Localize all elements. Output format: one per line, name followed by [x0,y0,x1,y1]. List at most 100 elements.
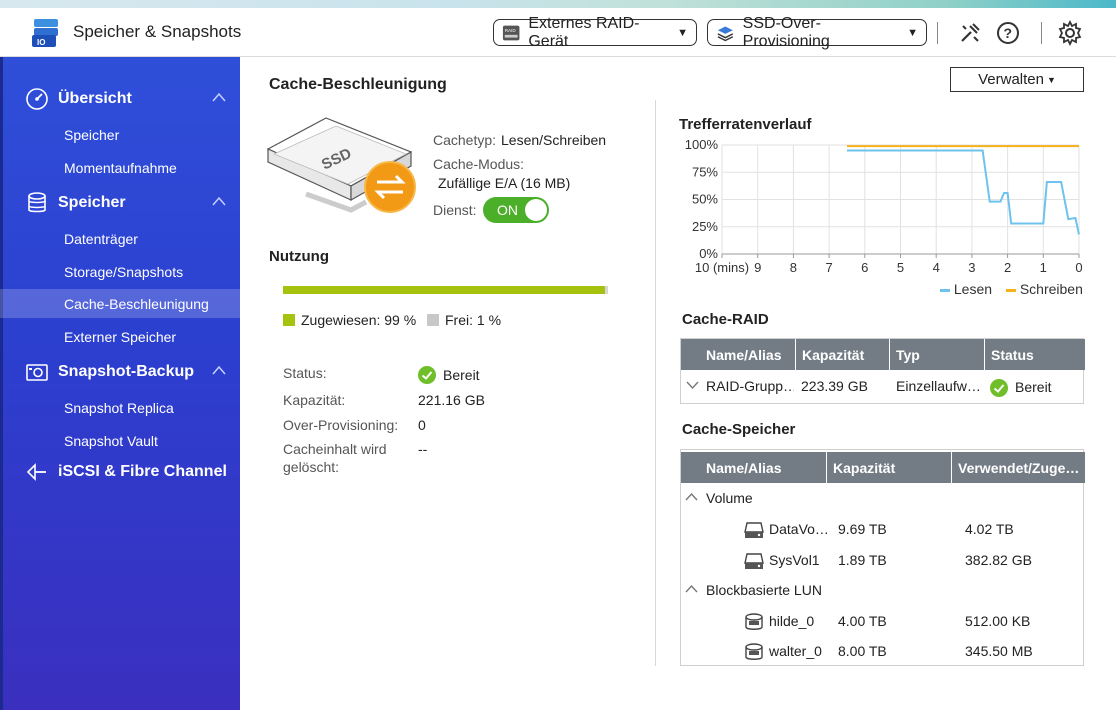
service-toggle-text: ON [497,202,518,218]
sidebar-item-cache-beschleunigung[interactable]: Cache-Beschleunigung [0,289,240,318]
sidebar-group-speicher[interactable]: Speicher [0,188,240,218]
storage-used: 382.82 GB [965,552,1032,568]
sidebar-item-externer-speicher[interactable]: Externer Speicher [0,322,240,351]
flush-label-line1: Cacheinhalt wird [283,441,387,457]
chevron-up-icon[interactable] [685,492,698,501]
sidebar-group-uebersicht[interactable]: Übersicht [0,84,240,114]
sidebar-item-label: Momentaufnahme [64,159,177,176]
free-legend: Frei: 1 % [445,312,502,328]
volume-icon [744,522,764,538]
caret-down-icon: ▼ [1046,74,1056,85]
usage-bar-fill [283,286,605,294]
group-label: Volume [706,490,753,506]
x-tick-label: 0 [1075,260,1082,275]
chevron-down-icon[interactable] [686,381,699,390]
page-title: Cache-Beschleunigung [269,76,447,93]
ssd-stack-icon [717,25,734,41]
diagnostic-tool-icon[interactable] [957,20,983,46]
cache-storage-title: Cache-Speicher [682,421,796,438]
y-tick-label: 0% [699,246,718,261]
cachemode-value: Zufällige E/A (16 MB) [438,175,571,191]
svg-text:?: ? [1004,25,1013,41]
storage-name: walter_0 [769,643,822,659]
series-line-lesen [846,149,1080,235]
app-title: Speicher & Snapshots [73,22,242,41]
chevron-up-icon [212,365,226,375]
sidebar-item-datentraeger[interactable]: Datenträger [0,224,240,253]
x-tick-label: 6 [861,260,868,275]
sidebar-group-label: Snapshot-Backup [58,363,195,380]
sidebar-item-label: Storage/Snapshots [64,263,184,280]
column-header[interactable]: Kapazität [796,339,890,370]
sidebar-group-iscsi[interactable]: iSCSI & Fibre Channel [0,457,240,487]
group-label: Blockbasierte LUN [706,582,822,598]
legend-read-swatch [940,288,950,292]
storage-name: SysVol1 [769,552,820,568]
cachetype-label: Cachetyp: [433,132,497,148]
sidebar-item-snapshot-vault[interactable]: Snapshot Vault [0,426,240,455]
table-row[interactable]: RAID-Grupp… 223.39 GB Einzellaufw… Berei… [681,370,1083,403]
ssd-overprovisioning-label: SSD-Over-Provisioning [742,14,830,50]
legend-write-swatch [1005,288,1016,292]
svg-text:RAID: RAID [505,28,517,33]
sidebar-group-snapshot-backup[interactable]: Snapshot-Backup [0,357,240,387]
cache-storage-table: Name/Alias Kapazität Verwendet/Zuge… Vol… [680,449,1085,666]
group-row-volume[interactable]: Volume [681,484,1083,514]
raid-capacity: 223.39 GB [801,378,868,394]
chart-title: Trefferratenverlauf [679,116,812,133]
transfer-icon [364,161,416,213]
iscsi-icon [26,463,46,481]
raid-type: Einzellaufw… [896,378,981,394]
sidebar-item-label: Externer Speicher [64,328,177,345]
column-header[interactable]: Name/Alias [681,452,827,483]
external-raid-dropdown[interactable]: RAID Externes RAID-Gerät ▼ [493,15,697,50]
chevron-up-icon [212,92,226,102]
table-row[interactable]: SysVol1 1.89 TB 382.82 GB [681,546,1083,576]
service-toggle[interactable]: ON [483,197,549,223]
help-icon[interactable]: ? [995,20,1021,46]
overprov-value: 0 [418,417,426,433]
flush-value: -- [418,441,428,457]
raid-name: RAID-Grupp… [706,378,794,394]
ssd-overprovisioning-dropdown[interactable]: SSD-Over-Provisioning ▼ [707,15,927,50]
status-label: Status: [283,365,327,381]
chevron-down-icon: ▼ [907,26,918,39]
sidebar-item-snapshot-replica[interactable]: Snapshot Replica [0,393,240,422]
storage-capacity: 4.00 TB [838,613,887,629]
column-header[interactable]: Kapazität [827,452,952,483]
chevron-up-icon[interactable] [685,584,698,593]
chevron-up-icon [212,196,226,206]
group-row-lun[interactable]: Blockbasierte LUN [681,576,1083,606]
sidebar-item-label: Datenträger [64,230,138,247]
service-label: Dienst: [433,202,477,218]
column-header[interactable]: Typ [890,339,985,370]
table-row[interactable]: DataVo… 9.69 TB 4.02 TB [681,515,1083,545]
sidebar-group-label: Übersicht [58,90,132,107]
cachetype-value: Lesen/Schreiben [501,132,607,148]
column-divider [655,100,656,666]
usage-bar [283,286,608,294]
y-tick-label: 75% [692,164,718,179]
column-header[interactable]: Verwendet/Zuge… [952,452,1085,483]
x-tick-label: 3 [968,260,975,275]
flush-label-line2: gelöscht: [283,459,340,475]
sidebar-item-label: Speicher [64,126,120,143]
table-row[interactable]: hilde_0 4.00 TB 512.00 KB [681,607,1083,637]
table-row[interactable]: walter_0 8.00 TB 345.50 MB [681,637,1083,665]
manage-button[interactable]: Verwalten ▼ [950,67,1084,92]
sidebar-item-storage-snapshots[interactable]: Storage/Snapshots [0,257,240,286]
gear-icon[interactable] [1057,20,1083,46]
raid-device-icon: RAID [502,25,520,40]
legend-write-label: Schreiben [1019,281,1083,297]
column-header[interactable]: Name/Alias [681,339,796,370]
storage-used: 345.50 MB [965,643,1033,659]
storage-name: hilde_0 [769,613,815,629]
sidebar-item-momentaufnahme[interactable]: Momentaufnahme [0,153,240,182]
storage-used: 512.00 KB [965,613,1031,629]
sidebar-item-label: Cache-Beschleunigung [64,295,209,312]
sidebar-item-label: Snapshot Vault [64,432,158,449]
header-divider [937,22,938,44]
column-header[interactable]: Status [985,339,1085,370]
sidebar-item-speicher-overview[interactable]: Speicher [0,120,240,149]
cache-raid-title: Cache-RAID [682,311,769,328]
